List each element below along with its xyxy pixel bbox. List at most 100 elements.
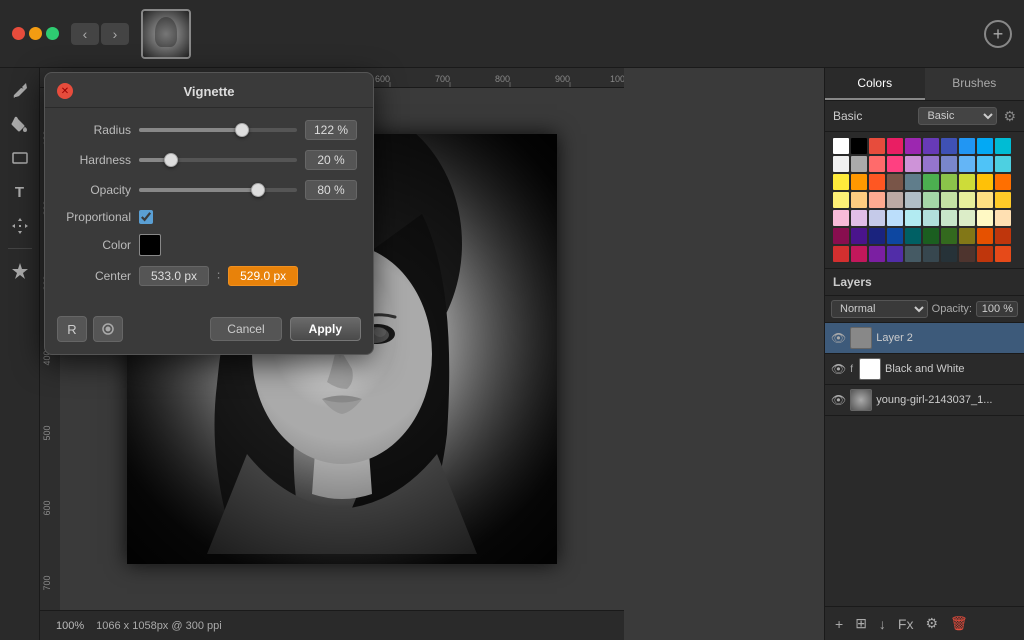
add-document-button[interactable]: + [984,20,1012,48]
color-swatch-item[interactable] [959,210,975,226]
color-swatch-item[interactable] [905,174,921,190]
color-swatch-item[interactable] [887,174,903,190]
center-y-input[interactable] [228,266,298,286]
color-swatch-item[interactable] [851,138,867,154]
color-swatch-item[interactable] [941,228,957,244]
color-swatch-item[interactable] [833,192,849,208]
color-swatch-item[interactable] [995,156,1011,172]
radius-slider[interactable] [139,128,297,132]
color-swatch-item[interactable] [887,246,903,262]
color-swatch-item[interactable] [905,228,921,244]
gear-icon[interactable]: ⚙ [1003,108,1016,125]
color-swatch-item[interactable] [995,228,1011,244]
color-swatch-item[interactable] [959,174,975,190]
color-swatch-item[interactable] [851,192,867,208]
color-swatch-item[interactable] [941,210,957,226]
color-swatch-item[interactable] [851,210,867,226]
color-swatch-item[interactable] [923,156,939,172]
visibility-icon-photo[interactable]: 👁 [831,393,846,407]
minimize-dot[interactable] [29,27,42,40]
color-swatch-item[interactable] [833,210,849,226]
rect-tool-button[interactable] [6,144,34,172]
color-swatch-item[interactable] [977,246,993,262]
text-tool-button[interactable]: T [6,178,34,206]
color-swatch-item[interactable] [869,228,885,244]
fx-button[interactable]: Fx [896,614,916,634]
color-swatch[interactable] [139,234,161,256]
color-swatch-item[interactable] [941,156,957,172]
color-swatch-item[interactable] [851,174,867,190]
colors-mode-select[interactable]: Basic Advanced [918,107,997,125]
settings-button[interactable]: ⚙ [923,613,940,634]
color-swatch-item[interactable] [923,228,939,244]
maximize-dot[interactable] [46,27,59,40]
opacity-input[interactable] [976,301,1018,317]
blend-mode-select[interactable]: Normal Multiply Screen [831,300,928,318]
color-swatch-item[interactable] [977,210,993,226]
tab-colors[interactable]: Colors [825,68,925,100]
document-thumbnail[interactable] [141,9,191,59]
add-layer-button[interactable]: + [833,614,845,634]
opacity-thumb[interactable] [251,183,265,197]
color-swatch-item[interactable] [869,156,885,172]
color-swatch-item[interactable] [887,228,903,244]
color-swatch-item[interactable] [905,246,921,262]
color-swatch-item[interactable] [833,138,849,154]
color-swatch-item[interactable] [869,246,885,262]
layer-item-layer2[interactable]: 👁 Layer 2 [825,323,1024,354]
color-swatch-item[interactable] [851,246,867,262]
reset-button[interactable]: R [57,316,87,342]
color-swatch-item[interactable] [923,246,939,262]
color-swatch-item[interactable] [905,210,921,226]
color-swatch-item[interactable] [995,192,1011,208]
color-swatch-item[interactable] [959,228,975,244]
color-swatch-item[interactable] [833,174,849,190]
preview-button[interactable] [93,316,123,342]
opacity-slider[interactable] [139,188,297,192]
color-swatch-item[interactable] [905,138,921,154]
color-swatch-item[interactable] [995,138,1011,154]
color-swatch-item[interactable] [887,156,903,172]
hardness-slider[interactable] [139,158,297,162]
new-group-button[interactable]: ⊞ [853,613,869,634]
color-swatch-item[interactable] [941,246,957,262]
duplicate-layer-button[interactable]: ↓ [877,614,888,634]
radius-value[interactable] [305,120,357,140]
color-swatch-item[interactable] [869,138,885,154]
move-tool-button[interactable] [6,212,34,240]
color-swatch-item[interactable] [977,192,993,208]
visibility-icon-bw[interactable]: 👁 [831,362,846,376]
color-swatch-item[interactable] [887,192,903,208]
color-swatch-item[interactable] [887,138,903,154]
color-swatch-item[interactable] [977,228,993,244]
color-swatch-item[interactable] [887,210,903,226]
fill-tool-button[interactable] [6,110,34,138]
tab-brushes[interactable]: Brushes [925,68,1024,100]
layer-item-photo[interactable]: 👁 young-girl-2143037_1... [825,385,1024,416]
color-swatch-item[interactable] [923,210,939,226]
color-swatch-item[interactable] [941,174,957,190]
color-swatch-item[interactable] [833,228,849,244]
color-swatch-item[interactable] [959,138,975,154]
color-swatch-item[interactable] [995,174,1011,190]
forward-button[interactable]: › [101,23,129,45]
cancel-button[interactable]: Cancel [210,317,281,341]
color-swatch-item[interactable] [851,156,867,172]
star-tool-button[interactable] [6,257,34,285]
color-swatch-item[interactable] [869,210,885,226]
color-swatch-item[interactable] [923,192,939,208]
color-swatch-item[interactable] [959,156,975,172]
proportional-checkbox[interactable] [139,210,153,224]
delete-layer-button[interactable]: 🗑 [948,613,970,634]
opacity-value[interactable] [305,180,357,200]
dialog-close-button[interactable]: ✕ [57,83,73,99]
hardness-value[interactable] [305,150,357,170]
color-swatch-item[interactable] [833,246,849,262]
color-swatch-item[interactable] [923,138,939,154]
color-swatch-item[interactable] [941,138,957,154]
color-swatch-item[interactable] [959,246,975,262]
layer-item-bw[interactable]: 👁 f Black and White [825,354,1024,385]
center-x-input[interactable] [139,266,209,286]
radius-thumb[interactable] [235,123,249,137]
color-swatch-item[interactable] [869,192,885,208]
